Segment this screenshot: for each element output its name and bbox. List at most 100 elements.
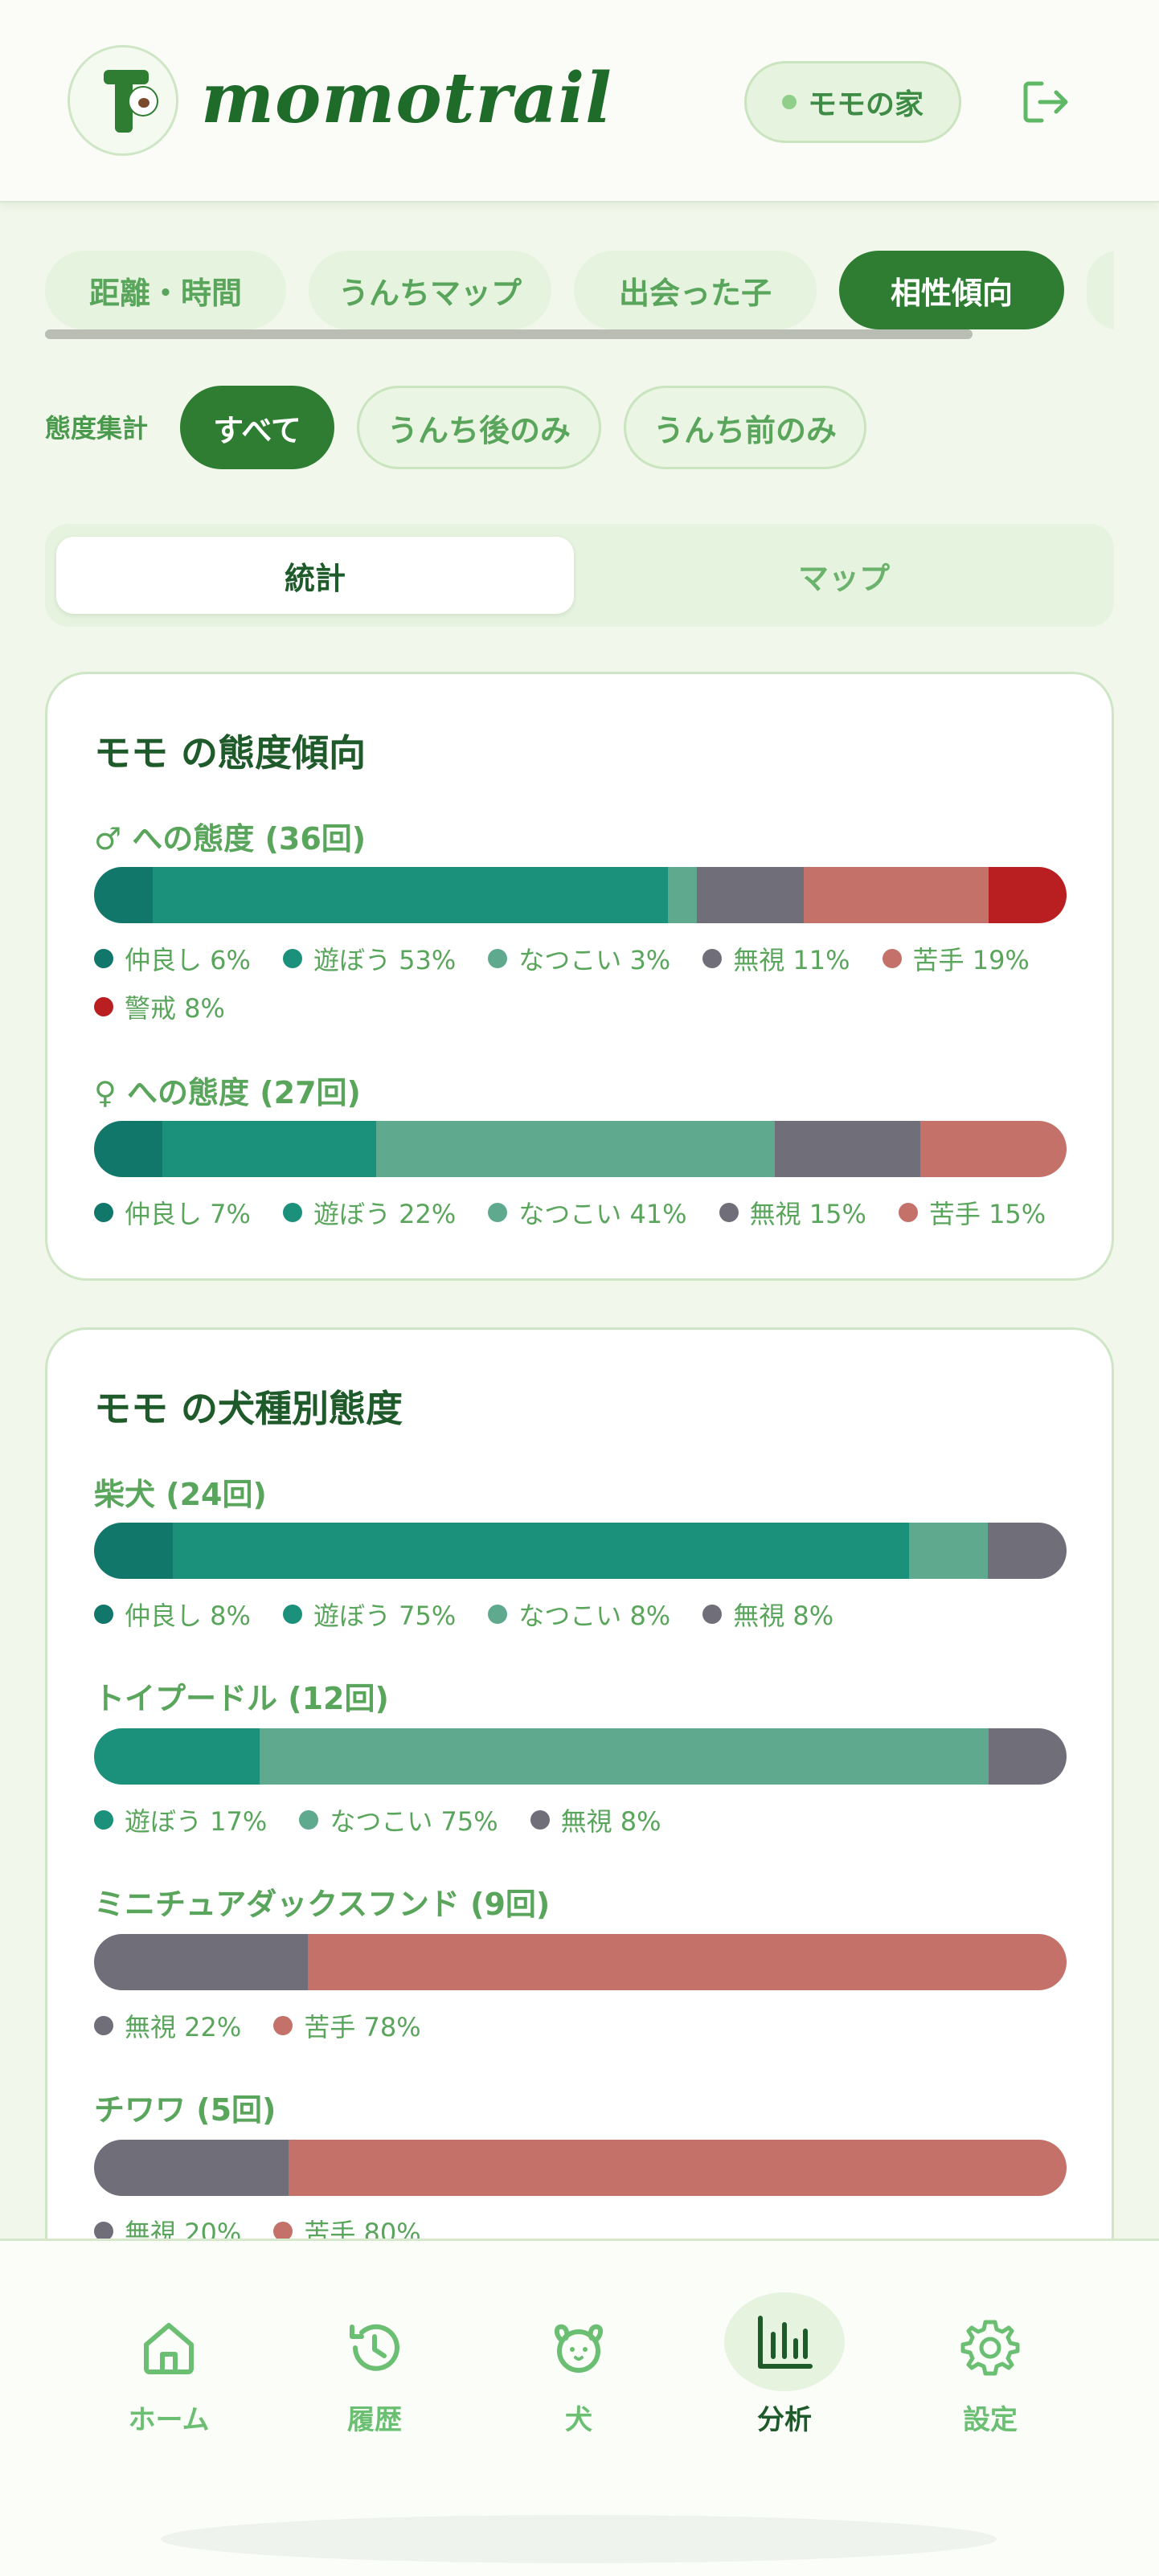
breed-title-chihuahua: チワワ (5回) bbox=[94, 2092, 276, 2128]
dog-icon bbox=[555, 2324, 603, 2373]
nav-dog-label: 犬 bbox=[565, 2404, 592, 2436]
bar-segment-1 bbox=[172, 1523, 910, 1579]
bar-segment-4 bbox=[804, 867, 989, 923]
brand-name: momotrail bbox=[201, 58, 612, 139]
legend-label: 仲良し 7% bbox=[125, 1199, 251, 1229]
nav-settings[interactable]: 設定 bbox=[910, 2292, 1071, 2437]
legend-item: 遊ぼう 22% bbox=[282, 1196, 456, 1229]
legend-item: 無視 11% bbox=[702, 942, 850, 975]
female-attitude-bar bbox=[94, 1121, 1067, 1177]
view-segmented-control: 統計 マップ bbox=[45, 524, 1114, 627]
legend-label: 無視 8% bbox=[560, 1806, 661, 1837]
legend-item: 苦手 78% bbox=[273, 2010, 421, 2042]
legend-dot bbox=[282, 1203, 302, 1222]
legend-item: なつこい 75% bbox=[299, 1804, 498, 1837]
breed-legend-shiba: 仲良し 8% 遊ぼう 75% なつこい 8% 無視 8% bbox=[94, 1598, 1075, 1631]
bar-segment-1 bbox=[259, 1728, 989, 1785]
bar-segment-5 bbox=[989, 867, 1067, 923]
legend-item: 仲良し 6% bbox=[94, 942, 251, 975]
filter-chip-before-poop[interactable]: うんち前のみ bbox=[624, 386, 866, 469]
home-indicator-shadow bbox=[161, 2515, 997, 2563]
legend-label: 苦手 19% bbox=[912, 945, 1030, 975]
segment-stats[interactable]: 統計 bbox=[56, 537, 574, 614]
history-icon bbox=[350, 2324, 399, 2371]
breed-bar-toypoodle bbox=[94, 1728, 1067, 1785]
nav-history[interactable]: 履歴 bbox=[294, 2292, 455, 2437]
legend-dot bbox=[719, 1203, 739, 1222]
segment-map[interactable]: マップ bbox=[585, 537, 1103, 614]
legend-label: 仲良し 6% bbox=[125, 945, 251, 975]
analysis-tabs: 距離・時間 うんちマップ 出会った子 相性傾向 bbox=[45, 251, 1114, 331]
legend-label: 遊ぼう 17% bbox=[125, 1806, 268, 1837]
legend-item: 苦手 19% bbox=[882, 942, 1030, 975]
breed-title-toypoodle: トイプードル (12回) bbox=[94, 1681, 389, 1716]
nav-settings-label: 設定 bbox=[963, 2404, 1018, 2436]
filter-label: 態度集計 bbox=[45, 413, 149, 444]
bar-segment-4 bbox=[920, 1121, 1067, 1177]
logout-icon[interactable] bbox=[1018, 74, 1074, 130]
legend-label: 苦手 78% bbox=[304, 2012, 421, 2042]
legend-dot bbox=[882, 949, 902, 968]
legend-dot bbox=[702, 949, 723, 968]
bar-segment-2 bbox=[989, 1728, 1067, 1785]
legend-label: 仲良し 8% bbox=[125, 1601, 251, 1631]
breed-bar-shiba bbox=[94, 1523, 1067, 1579]
tab-distance-time[interactable]: 距離・時間 bbox=[45, 251, 286, 329]
legend-label: 無視 15% bbox=[749, 1199, 866, 1229]
female-attitude-legend: 仲良し 7% 遊ぼう 22% なつこい 41% 無視 15% 苦手 15% bbox=[94, 1196, 1075, 1229]
legend-dot bbox=[94, 1203, 113, 1222]
legend-label: 警戒 8% bbox=[125, 993, 225, 1024]
bar-segment-2 bbox=[909, 1523, 989, 1579]
status-dot-icon bbox=[781, 95, 797, 109]
tab-poop-map[interactable]: うんちマップ bbox=[309, 251, 551, 329]
bar-segment-3 bbox=[774, 1121, 921, 1177]
legend-dot bbox=[299, 1810, 319, 1830]
tab-next-partial[interactable] bbox=[1087, 251, 1114, 329]
nav-analysis[interactable]: 分析 bbox=[704, 2292, 865, 2437]
legend-label: なつこい 8% bbox=[518, 1601, 671, 1631]
bar-segment-1 bbox=[162, 1121, 376, 1177]
bar-segment-3 bbox=[988, 1523, 1067, 1579]
legend-item: 無視 22% bbox=[94, 2010, 241, 2042]
nav-home[interactable]: ホーム bbox=[88, 2292, 249, 2437]
legend-item: なつこい 3% bbox=[488, 942, 670, 975]
legend-item: 無視 8% bbox=[530, 1804, 661, 1837]
tab-met-dogs[interactable]: 出会った子 bbox=[574, 251, 817, 329]
logo bbox=[68, 45, 178, 156]
bar-segment-3 bbox=[697, 867, 805, 923]
male-attitude-title: ♂ への態度 (36回) bbox=[94, 821, 367, 857]
legend-item: 遊ぼう 53% bbox=[282, 942, 456, 975]
male-attitude-bar bbox=[94, 867, 1067, 923]
legend-item: 警戒 8% bbox=[94, 991, 225, 1024]
legend-label: 遊ぼう 75% bbox=[313, 1601, 457, 1631]
bar-segment-0 bbox=[94, 1121, 162, 1177]
legend-item: 遊ぼう 75% bbox=[282, 1598, 457, 1631]
nav-analysis-label: 分析 bbox=[757, 2404, 812, 2436]
bar-segment-2 bbox=[375, 1121, 775, 1177]
legend-label: 無視 8% bbox=[733, 1601, 834, 1631]
paw-icon bbox=[128, 86, 158, 117]
nav-history-label: 履歴 bbox=[347, 2404, 402, 2436]
legend-label: なつこい 75% bbox=[330, 1806, 498, 1837]
legend-dot bbox=[94, 2016, 113, 2035]
breed-card-title: モモ の犬種別態度 bbox=[94, 1387, 403, 1430]
legend-dot bbox=[488, 1605, 508, 1624]
legend-dot bbox=[488, 1203, 508, 1222]
home-selector-button[interactable]: モモの家 bbox=[744, 61, 961, 143]
filter-chip-after-poop[interactable]: うんち後のみ bbox=[357, 386, 601, 469]
attitude-card-title: モモ の態度傾向 bbox=[94, 731, 367, 775]
tabs-scrollbar[interactable] bbox=[45, 329, 973, 339]
legend-dot bbox=[273, 2016, 293, 2035]
nav-dog[interactable]: 犬 bbox=[498, 2292, 659, 2437]
legend-item: 仲良し 7% bbox=[94, 1196, 251, 1229]
legend-dot bbox=[282, 949, 302, 968]
legend-item: なつこい 8% bbox=[488, 1598, 671, 1631]
female-attitude-title: ♀ への態度 (27回) bbox=[94, 1075, 361, 1110]
breed-bar-chihuahua bbox=[94, 2140, 1067, 2196]
filter-chip-all[interactable]: すべて bbox=[180, 386, 334, 469]
attitude-card: モモ の態度傾向 ♂ への態度 (36回) 仲良し 6% 遊ぼう 53% なつこい … bbox=[45, 672, 1114, 1281]
app-header: momotrail モモの家 bbox=[0, 0, 1159, 202]
legend-item: 無視 8% bbox=[702, 1598, 834, 1631]
bar-segment-2 bbox=[667, 867, 698, 923]
tab-compatibility[interactable]: 相性傾向 bbox=[839, 251, 1064, 329]
